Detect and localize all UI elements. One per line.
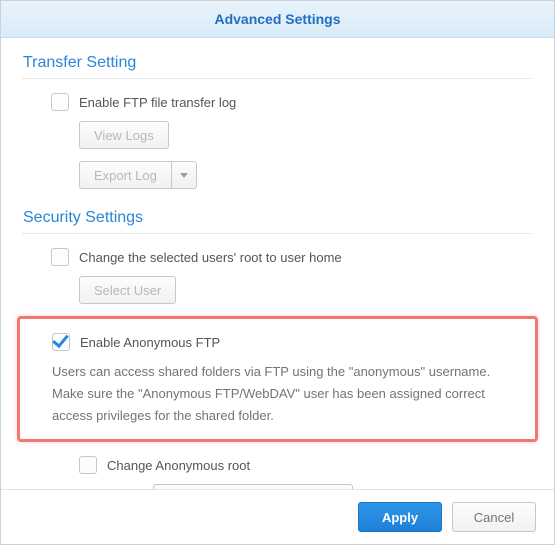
row-enable-log[interactable]: Enable FTP file transfer log bbox=[23, 89, 532, 115]
checkbox-change-anon-root[interactable] bbox=[79, 456, 97, 474]
export-log-button[interactable]: Export Log bbox=[79, 161, 172, 189]
checkbox-enable-anon[interactable] bbox=[52, 333, 70, 351]
view-logs-button[interactable]: View Logs bbox=[79, 121, 169, 149]
dialog-content: Transfer Setting Enable FTP file transfe… bbox=[1, 38, 554, 489]
cancel-button[interactable]: Cancel bbox=[452, 502, 536, 532]
dialog-footer: Apply Cancel bbox=[1, 489, 554, 544]
desc-enable-anon: Users can access shared folders via FTP … bbox=[24, 355, 525, 427]
chevron-down-icon bbox=[180, 173, 188, 178]
advanced-settings-dialog: Advanced Settings Transfer Setting Enabl… bbox=[0, 0, 555, 545]
apply-button[interactable]: Apply bbox=[358, 502, 442, 532]
cancel-label: Cancel bbox=[474, 510, 514, 525]
row-change-anon-root[interactable]: Change Anonymous root bbox=[23, 452, 532, 478]
export-log-dropdown[interactable] bbox=[172, 161, 197, 189]
select-user-button[interactable]: Select User bbox=[79, 276, 176, 304]
section-title-transfer: Transfer Setting bbox=[23, 48, 532, 79]
label-enable-log: Enable FTP file transfer log bbox=[79, 95, 236, 110]
row-shared-folder: Shared folder: music bbox=[23, 478, 532, 489]
view-logs-label: View Logs bbox=[94, 128, 154, 143]
export-log-label: Export Log bbox=[94, 168, 157, 183]
export-log-group: Export Log bbox=[79, 155, 197, 195]
label-change-anon-root: Change Anonymous root bbox=[107, 458, 250, 473]
row-enable-anon[interactable]: Enable Anonymous FTP bbox=[24, 329, 525, 355]
highlight-anonymous-ftp: Enable Anonymous FTP Users can access sh… bbox=[17, 316, 538, 442]
label-enable-anon: Enable Anonymous FTP bbox=[80, 335, 220, 350]
row-change-root[interactable]: Change the selected users' root to user … bbox=[23, 244, 532, 270]
dialog-title: Advanced Settings bbox=[1, 1, 554, 38]
checkbox-enable-log[interactable] bbox=[51, 93, 69, 111]
select-user-label: Select User bbox=[94, 283, 161, 298]
checkbox-change-root[interactable] bbox=[51, 248, 69, 266]
section-title-security: Security Settings bbox=[23, 203, 532, 234]
apply-label: Apply bbox=[382, 510, 418, 525]
label-change-root: Change the selected users' root to user … bbox=[79, 250, 342, 265]
